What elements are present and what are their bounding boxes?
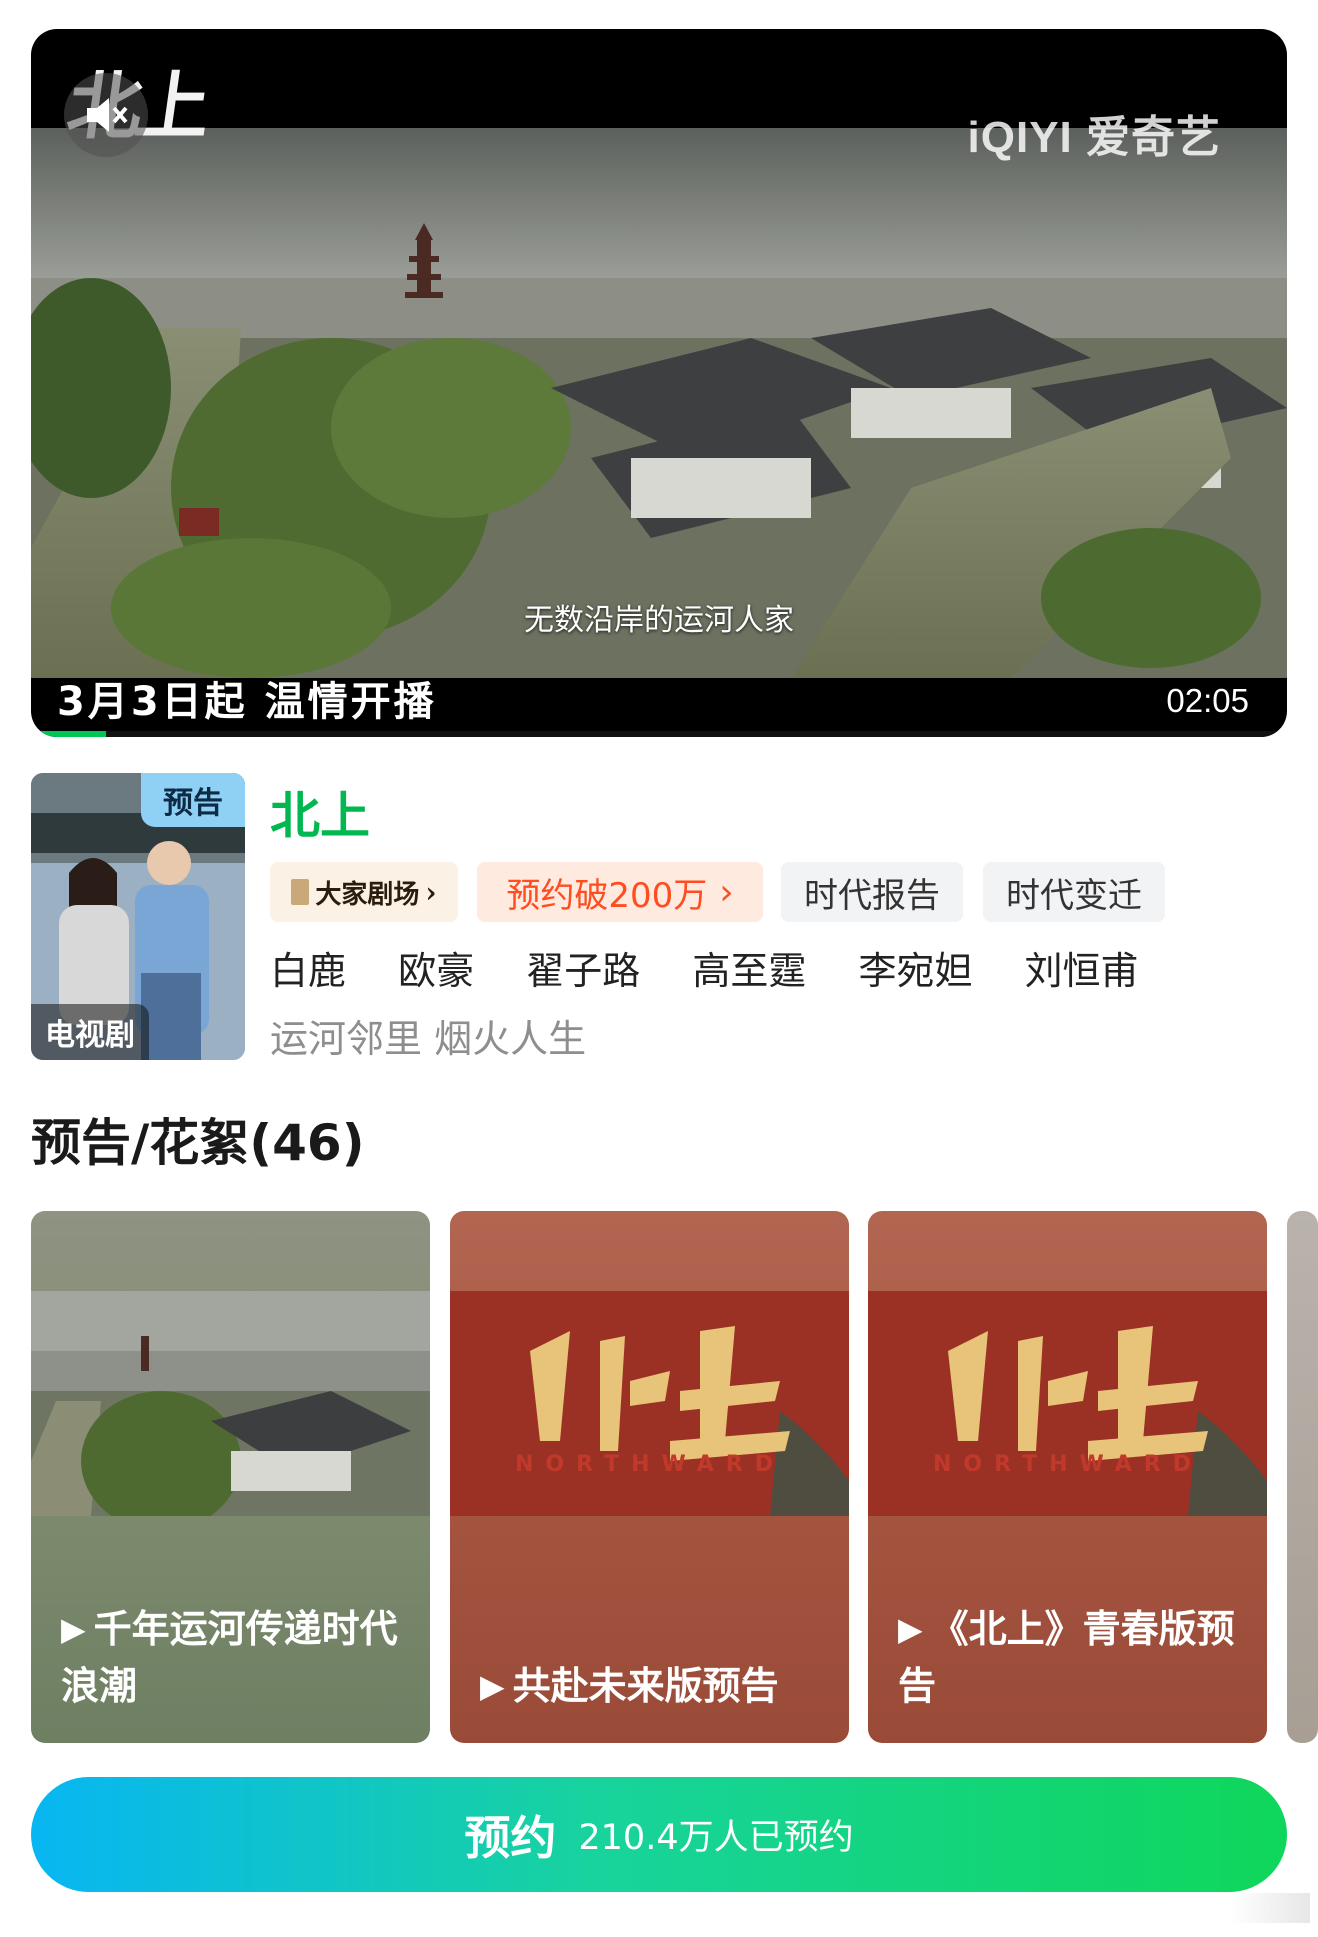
clip-card-partial[interactable] <box>1287 1211 1318 1743</box>
video-progress-fill <box>31 731 107 737</box>
video-duration: 02:05 <box>1166 682 1249 719</box>
play-icon: ▶ <box>61 1610 86 1648</box>
svg-text:NORTHWARD: NORTHWARD <box>515 1452 785 1477</box>
svg-text:NORTHWARD: NORTHWARD <box>933 1452 1203 1477</box>
mute-button[interactable] <box>64 73 148 157</box>
play-icon: ▶ <box>898 1610 923 1648</box>
cast-member[interactable]: 欧豪 <box>398 949 474 993</box>
cast-member[interactable]: 李宛妲 <box>858 949 972 993</box>
book-icon <box>291 879 310 905</box>
reserve-milestone-label: 预约破200万 <box>506 875 708 916</box>
reserve-button[interactable]: 预约 210.4万人已预约 <box>31 1777 1287 1892</box>
clip-thumbnail: NORTHWARD <box>450 1291 849 1516</box>
clip-card[interactable]: NORTHWARD ▶ 《北上》青春版预告 <box>868 1211 1267 1743</box>
trailer-badge: 预告 <box>141 773 245 827</box>
show-title[interactable]: 北上 <box>270 776 370 848</box>
speaker-muted-icon <box>87 98 128 132</box>
reserve-milestone-tag[interactable]: 预约破200万 › <box>477 862 763 922</box>
clips-section-title[interactable]: 预告/花絮(46) <box>31 1103 365 1175</box>
cast-list: 白鹿 欧豪 翟子路 高至霆 李宛妲 刘恒甫 <box>270 940 1165 995</box>
video-subtitle: 无数沿岸的运河人家 <box>524 603 794 638</box>
clip-thumbnail <box>31 1291 430 1516</box>
clip-card[interactable]: ▶ 千年运河传递时代浪潮 <box>31 1211 430 1743</box>
cast-member[interactable]: 翟子路 <box>526 949 640 993</box>
clip-title: 千年运河传递时代浪潮 <box>61 1607 398 1708</box>
chevron-right-icon: › <box>425 875 437 909</box>
show-slogan: 运河邻里 烟火人生 <box>270 1017 587 1061</box>
play-icon: ▶ <box>480 1667 505 1705</box>
clip-label: ▶ 千年运河传递时代浪潮 <box>61 1601 408 1715</box>
reserve-count: 210.4万人已预约 <box>578 1818 854 1858</box>
corner-gradient <box>1230 1893 1310 1923</box>
video-player[interactable]: 北上 iQIYI 爱奇艺 无数沿岸的运河人家 3月3日起 温情开播 02:05 <box>31 29 1287 737</box>
content-type-badge: 电视剧 <box>31 1004 149 1060</box>
clip-label: ▶ 共赴未来版预告 <box>480 1658 827 1715</box>
iqiyi-watermark: iQIYI 爱奇艺 <box>967 113 1221 162</box>
clip-title: 共赴未来版预告 <box>512 1664 779 1708</box>
genre-tag[interactable]: 时代变迁 <box>983 862 1165 922</box>
clip-label: ▶ 《北上》青春版预告 <box>898 1601 1245 1715</box>
theater-tag-label: 大家剧场 <box>315 879 420 910</box>
clip-thumbnail: NORTHWARD <box>868 1291 1267 1516</box>
theater-tag[interactable]: 大家剧场 › <box>270 862 458 922</box>
cast-member[interactable]: 高至霆 <box>692 949 806 993</box>
clip-title: 《北上》青春版预告 <box>898 1607 1235 1708</box>
show-poster[interactable]: 预告 电视剧 <box>31 773 245 1060</box>
clip-card[interactable]: NORTHWARD ▶ 共赴未来版预告 <box>450 1211 849 1743</box>
video-caption: 3月3日起 温情开播 <box>57 679 437 725</box>
genre-tag[interactable]: 时代报告 <box>781 862 963 922</box>
cast-member[interactable]: 刘恒甫 <box>1025 949 1139 993</box>
chevron-right-icon: › <box>719 871 734 913</box>
cast-member[interactable]: 白鹿 <box>270 949 346 993</box>
video-progress-bar[interactable] <box>31 731 1287 737</box>
reserve-button-label: 预约 <box>464 1810 557 1865</box>
